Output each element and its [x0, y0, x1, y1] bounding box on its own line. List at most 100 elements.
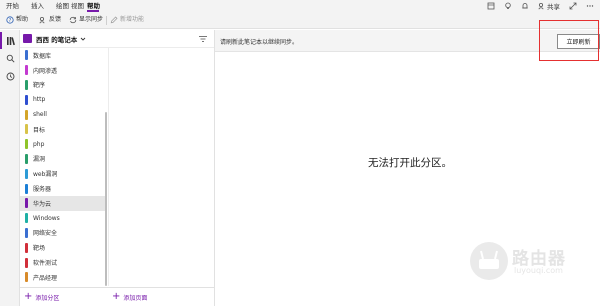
new-features-button[interactable]: 新增功能 [110, 16, 144, 24]
section-item[interactable]: 网络安全 [20, 226, 106, 241]
section-label: shell [33, 111, 47, 119]
tab-view[interactable]: 视图 [71, 2, 84, 10]
feedback-button[interactable]: 反馈 [39, 16, 61, 24]
notebook-icon[interactable] [487, 2, 495, 10]
add-page-label: 添加页面 [123, 294, 148, 302]
section-item[interactable]: 漏洞 [20, 152, 106, 167]
section-item[interactable]: 靶序 [20, 78, 106, 93]
lightbulb-icon[interactable] [504, 2, 512, 10]
share-button[interactable]: 共享 [538, 1, 560, 11]
watermark: 路由器 luyouqi.com [470, 240, 598, 286]
section-color-tab [25, 109, 28, 120]
section-item[interactable]: 内网渗透 [20, 63, 106, 78]
section-label: 目标 [33, 126, 46, 134]
section-color-tab [25, 213, 28, 224]
recent-rail-button[interactable] [0, 68, 20, 85]
bell-icon[interactable] [521, 2, 529, 10]
section-label: 靶序 [33, 82, 46, 90]
search-icon [6, 54, 15, 63]
add-section-button[interactable]: + 添加分区 [24, 292, 59, 302]
section-scrollbar[interactable] [105, 112, 107, 286]
tab-home[interactable]: 开始 [6, 2, 19, 10]
help-button[interactable]: ? 帮助 [6, 16, 28, 24]
question-icon: ? [6, 16, 14, 24]
error-message: 无法打开此分区。 [368, 157, 452, 169]
section-color-tab [25, 124, 28, 135]
section-item[interactable]: web漏洞 [20, 166, 106, 181]
section-item[interactable]: 软件测试 [20, 255, 106, 270]
section-label: 内网渗透 [33, 67, 58, 75]
watermark-logo-icon [470, 242, 508, 280]
section-item[interactable]: http [20, 92, 106, 107]
section-color-tab [25, 94, 28, 105]
add-page-button[interactable]: + 添加页面 [112, 292, 147, 302]
notebooks-icon [7, 36, 15, 45]
new-features-label: 新增功能 [120, 16, 145, 23]
sort-icon[interactable] [198, 34, 208, 44]
svg-text:?: ? [9, 18, 12, 24]
tab-draw[interactable]: 绘图 [56, 2, 69, 10]
more-icon[interactable] [586, 2, 594, 10]
section-color-tab [25, 153, 28, 164]
section-list: 数据库内网渗透靶序 http shell 目标 php 漏洞 web漏洞服务器华为云 Wind… [20, 48, 108, 286]
sync-notice-text: 请刷新此笔记本以继续同步。 [220, 39, 299, 46]
section-label: 漏洞 [33, 156, 46, 164]
section-label: 服务器 [33, 186, 52, 194]
section-color-tab [25, 242, 28, 253]
section-label: web漏洞 [33, 171, 58, 179]
section-color-tab [25, 79, 28, 90]
chevron-down-icon [80, 37, 86, 41]
section-color-tab [25, 50, 28, 61]
feedback-label: 反馈 [49, 16, 62, 23]
pencil-icon [110, 16, 118, 24]
section-color-tab [25, 168, 28, 179]
highlight-box [539, 20, 599, 61]
tab-help[interactable]: 帮助 [87, 2, 100, 10]
share-label: 共享 [547, 3, 560, 11]
onenote-window: 开始 插入 绘图 视图 帮助 共享 ? 帮助 反馈 显示同步 新增功能 西西 的… [0, 0, 600, 306]
section-item[interactable]: 数据库 [20, 48, 106, 63]
command-separator [106, 16, 107, 25]
section-color-tab [25, 65, 28, 76]
section-color-tab [25, 272, 28, 283]
add-section-label: 添加分区 [35, 294, 60, 302]
notebook-title: 西西 的笔记本 [36, 35, 78, 44]
expand-icon[interactable] [569, 2, 577, 10]
section-color-tab [25, 227, 28, 238]
plus-icon: + [24, 291, 33, 302]
section-item[interactable]: 目标 [20, 122, 106, 137]
share-icon [538, 2, 544, 10]
section-item[interactable]: 华为云 [20, 196, 106, 211]
show-sync-button[interactable]: 显示同步 [69, 16, 103, 24]
section-label: 产品经理 [33, 274, 58, 282]
section-label: 华为云 [33, 200, 52, 208]
section-item[interactable]: shell [20, 107, 106, 122]
section-color-tab [25, 139, 28, 150]
clock-icon [6, 72, 14, 81]
section-item[interactable]: 靶场 [20, 240, 106, 255]
section-label: 网络安全 [33, 230, 58, 238]
notebooks-rail-button[interactable] [0, 32, 20, 49]
window-controls: 共享 [487, 1, 594, 11]
section-label: Windows [33, 214, 60, 222]
ribbon-tabs: 开始 插入 绘图 视图 帮助 共享 [0, 0, 600, 12]
section-label: http [33, 96, 46, 104]
section-color-tab [25, 257, 28, 268]
tab-insert[interactable]: 插入 [31, 2, 44, 10]
section-item[interactable]: 产品经理 [20, 270, 106, 285]
section-label: 软件测试 [33, 260, 58, 268]
section-item[interactable]: Windows [20, 211, 106, 226]
sync-icon [69, 16, 77, 24]
section-label: php [33, 140, 45, 148]
section-label: 数据库 [33, 52, 52, 60]
plus-icon: + [112, 291, 121, 302]
section-color-tab [25, 198, 28, 209]
search-rail-button[interactable] [0, 50, 20, 67]
notebook-header[interactable]: 西西 的笔记本 [20, 30, 214, 48]
watermark-url: luyouqi.com [514, 266, 563, 275]
section-color-tab [25, 183, 28, 194]
section-item[interactable]: 服务器 [20, 181, 106, 196]
add-bar: + 添加分区 + 添加页面 [20, 287, 214, 306]
section-item[interactable]: php [20, 137, 106, 152]
pane-divider[interactable] [214, 30, 215, 306]
